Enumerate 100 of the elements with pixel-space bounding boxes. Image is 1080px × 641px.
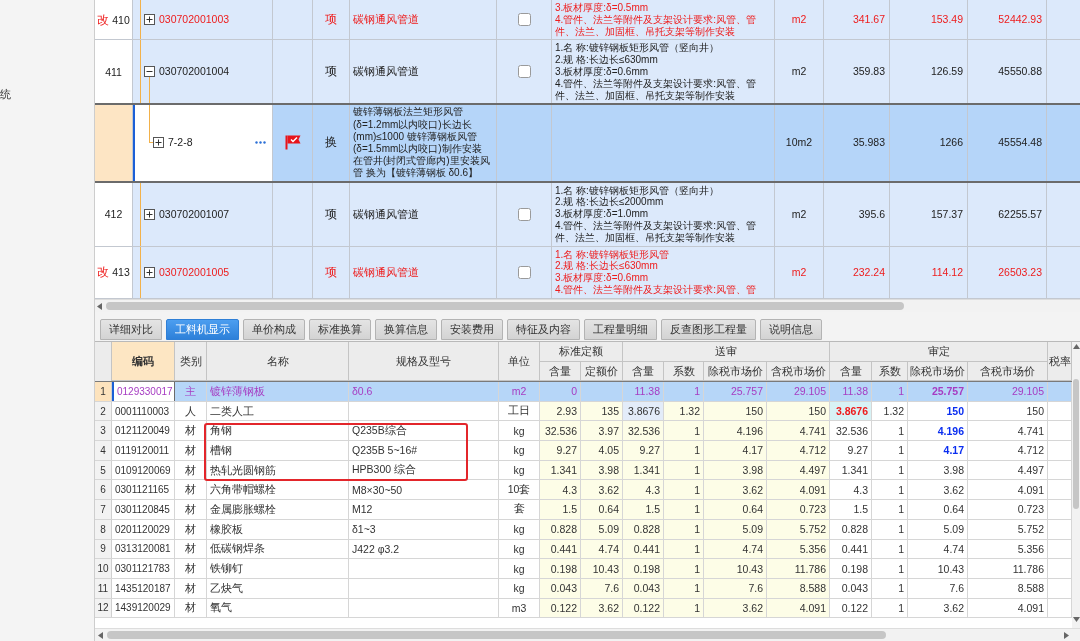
table-row[interactable]: 1 0129330017 主 镀锌薄钢板 δ0.6 m2 0 11.38 1 25.757 29.105 11.38 1 25.757 29.105 [95, 382, 1072, 402]
scrollbar-thumb[interactable] [106, 302, 904, 310]
table-row[interactable]: 7 0301120845 材 金属膨胀螺栓 M12 套 1.5 0.64 1.5 1 0.64 0.723 1.5 1 0.64 0.723 [95, 500, 1072, 520]
price-cell: 29.105 [767, 382, 830, 401]
table-row[interactable]: 10 0301121783 材 铁铆钉 kg 0.198 10.43 0.198 1 10.43 11.786 0.198 1 10.43 11.786 [95, 559, 1072, 579]
tab[interactable]: 特征及内容 [507, 319, 580, 340]
price-cell: 0.64 [704, 500, 767, 519]
table-row[interactable]: 9 0313120081 材 低碳钢焊条 J422 φ3.2 kg 0.441 4.74 0.441 1 4.74 5.356 0.441 1 4.74 5.356 [95, 539, 1072, 560]
tab[interactable]: 安装费用 [441, 319, 503, 340]
table-row[interactable]: 12 1439120029 材 氧气 m3 0.122 3.62 0.122 1 3.62 4.091 0.122 1 3.62 4.091 [95, 598, 1072, 619]
quantity-cell: 4.3 [830, 480, 872, 500]
table-row[interactable]: 改 413 030702001005 项 碳钢通风管道 1.名 称:镀锌钢板矩形风管 2.规 格:长边长≤630mm 3.板材厚度:δ=0.6mm 4.管件、法兰等附件及支架设计要求:风管、管 m2 232.24 114.12 26503.23 [95, 246, 1080, 299]
table-row[interactable]: 2 0001110003 人 二类人工 工日 2.93 135 3.8676 1.32 150 150 3.8676 1.32 150 150 [95, 401, 1072, 422]
table-row[interactable]: 412 030702001007 项 碳钢通风管道 1.名 称:镀锌钢板矩形风管（竖向井） 2.规 格:长边长≤2000mm 3.板材厚度:δ=1.0mm 4.管件、法兰等附件及支架设计要求:风管、管件、法兰、加固框、吊托支架等制作安装 m2 395.6 157.37 62255.57 [95, 182, 1080, 247]
checkbox[interactable] [517, 13, 531, 27]
ellipsis-icon[interactable] [255, 141, 266, 145]
scroll-left-icon[interactable] [98, 631, 103, 639]
coefficient-cell: 1 [872, 578, 908, 598]
column-header[interactable]: 名称 [207, 342, 349, 381]
category-cell: 材 [175, 539, 207, 559]
material-name: 槽钢 [207, 441, 349, 460]
price-cell: 29.105 [968, 382, 1048, 401]
scroll-up-icon[interactable] [1072, 344, 1080, 349]
table-row[interactable]: 3 0121120049 材 角钢 Q235B综合 kg 32.536 3.97 32.536 1 4.196 4.741 32.536 1 4.196 4.741 [95, 421, 1072, 442]
column-header[interactable]: 含量 [540, 362, 581, 381]
column-group-header: 审定 [830, 342, 1048, 362]
coefficient-cell: 1 [664, 559, 704, 578]
column-header[interactable]: 系数 [872, 362, 908, 381]
table-row[interactable]: 7-2-8 换 镀锌薄钢板法兰矩形风管(δ=1.2mm以内咬口)长边长(mm)≤1000 镀锌薄钢板风管(δ=1.5mm以内咬口)制作安装在管井(封闭式管廊内)里安装风管 换为【镀锌薄钢板 δ0.6】 10m2 35.983 1266 45554.48 [95, 103, 1080, 183]
column-header[interactable]: 除税市场价 [704, 362, 767, 381]
total-cell: 26503.23 [968, 246, 1047, 298]
collapse-icon[interactable] [144, 66, 155, 78]
checkbox[interactable] [517, 207, 531, 221]
coefficient-cell: 1 [872, 559, 908, 578]
checkbox[interactable] [517, 265, 531, 279]
code-cell[interactable]: 7-2-8 [133, 105, 273, 181]
expand-icon[interactable] [153, 137, 164, 149]
coefficient-cell: 1 [872, 460, 908, 480]
horizontal-scrollbar[interactable] [95, 299, 1080, 312]
price-cell: 7.6 [908, 578, 968, 598]
price-cell: 157.37 [890, 182, 968, 246]
column-header[interactable]: 含税市场价 [767, 362, 830, 381]
expand-icon[interactable] [144, 208, 155, 220]
item-code: 030702001004 [159, 65, 230, 79]
row-number: 1 [95, 382, 112, 401]
material-name: 金属膨胀螺栓 [207, 500, 349, 519]
category-cell: 材 [175, 519, 207, 539]
side-panel-label: 统 [0, 87, 11, 101]
quantity-cell: 35.983 [824, 105, 890, 181]
scrollbar-thumb[interactable] [1073, 379, 1079, 509]
column-header[interactable]: 含量 [623, 362, 664, 381]
table-row[interactable]: 改 410 030702001003 项 碳钢通风管道 3.板材厚度:δ=0.5mm 4.管件、法兰等附件及支架设计要求:风管、管件、法兰、加固框、吊托支架等制作安装 m2 341.67 153.49 52442.93 [95, 0, 1080, 41]
column-header[interactable]: 含量 [830, 362, 872, 381]
scroll-down-icon[interactable] [1072, 617, 1080, 622]
scrollbar-thumb[interactable] [107, 631, 886, 639]
tab[interactable]: 标准换算 [309, 319, 371, 340]
material-code[interactable]: 0129330017 [112, 382, 175, 401]
tab[interactable]: 说明信息 [760, 319, 822, 340]
category-cell: 材 [175, 598, 207, 618]
column-header[interactable]: 规格及型号 [349, 342, 499, 381]
price-cell: 3.62 [581, 480, 623, 500]
material-code: 0121120049 [112, 421, 175, 441]
tab[interactable]: 工程量明细 [584, 319, 657, 340]
item-name: 碳钢通风管道 [350, 182, 497, 246]
category-cell: 材 [175, 559, 207, 578]
tab[interactable]: 详细对比 [100, 319, 162, 340]
column-header[interactable]: 类别 [175, 342, 207, 381]
expand-icon[interactable] [144, 14, 155, 26]
scroll-right-icon[interactable] [1064, 631, 1069, 639]
table-row[interactable]: 11 1435120187 材 乙炔气 kg 0.043 7.6 0.043 1 7.6 8.588 0.043 1 7.6 8.588 [95, 578, 1072, 599]
table-row[interactable]: 8 0201120029 材 橡胶板 δ1~3 kg 0.828 5.09 0.828 1 5.09 5.752 0.828 1 5.09 5.752 [95, 519, 1072, 540]
material-code: 1439120029 [112, 598, 175, 618]
price-cell: 4.74 [908, 539, 968, 559]
column-header[interactable]: 含税市场价 [968, 362, 1048, 381]
column-header[interactable]: 定额价 [581, 362, 623, 381]
column-header[interactable]: 除税市场价 [908, 362, 968, 381]
column-header[interactable]: 单位 [499, 342, 540, 381]
row-number: 6 [95, 480, 112, 500]
expand-icon[interactable] [144, 266, 155, 278]
vertical-scrollbar[interactable] [1072, 342, 1080, 628]
tab[interactable]: 反查图形工程量 [661, 319, 756, 340]
quantity-cell: 0.198 [623, 559, 664, 578]
price-cell: 4.712 [767, 441, 830, 460]
quantity-cell: 395.6 [824, 182, 890, 246]
price-cell: 4.196 [704, 421, 767, 441]
category-cell: 材 [175, 441, 207, 460]
horizontal-scrollbar[interactable] [95, 628, 1080, 641]
tab[interactable]: 换算信息 [375, 319, 437, 340]
material-name: 二类人工 [207, 401, 349, 421]
material-code: 0301121783 [112, 559, 175, 578]
checkbox[interactable] [517, 65, 531, 79]
column-header[interactable]: 编码 [112, 342, 175, 381]
quantity-cell: 32.536 [540, 421, 581, 441]
tab[interactable]: 单价构成 [243, 319, 305, 340]
scroll-left-icon[interactable] [97, 302, 102, 310]
price-cell: 4.091 [968, 598, 1048, 618]
coefficient-cell: 1.32 [872, 401, 908, 421]
table-row[interactable]: 4 0119120011 材 槽钢 Q235B 5~16# kg 9.27 4.05 9.27 1 4.17 4.712 9.27 1 4.17 4.712 [95, 441, 1072, 461]
table-row[interactable]: 6 0301121165 材 六角带帽螺栓 M8×30~50 10套 4.3 3.62 4.3 1 3.62 4.091 4.3 1 3.62 4.091 [95, 480, 1072, 501]
column-header[interactable]: 系数 [664, 362, 704, 381]
